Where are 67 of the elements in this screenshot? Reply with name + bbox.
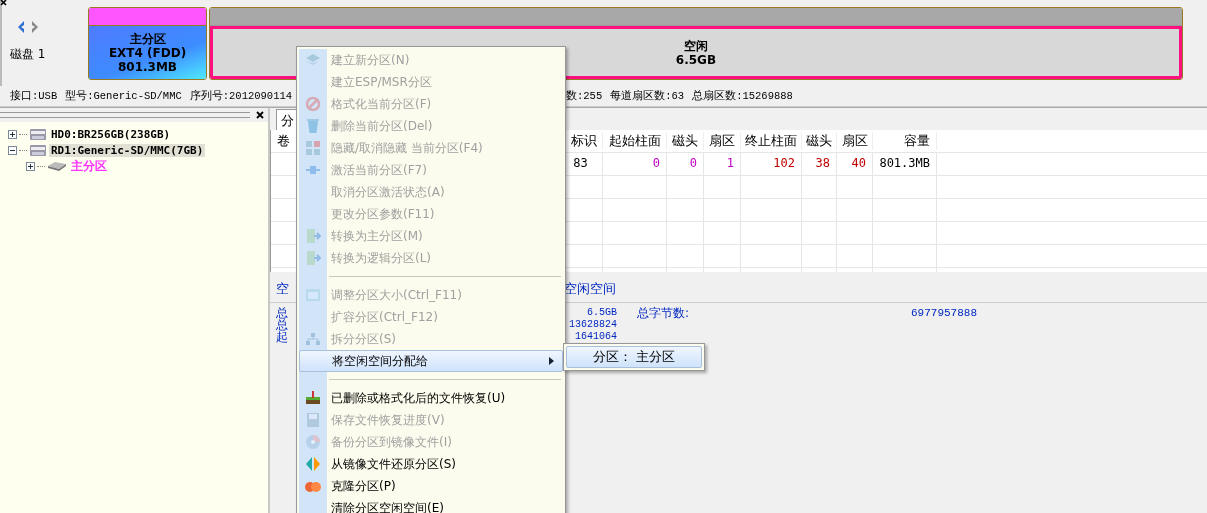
tree-item[interactable]: HD0:BR256GB(238GB) [49,127,173,141]
table-cell: 38 [815,156,830,170]
disk-info: 数:255 [566,89,603,103]
column-header[interactable]: 磁头 [802,132,837,150]
menu-item[interactable]: 将空闲空间分配给 [299,350,563,372]
menu-item[interactable]: 克隆分区(P) [299,475,563,497]
disk-info: 型号:Generic-SD/MMC [65,89,182,103]
back-arrow-icon[interactable] [16,20,26,34]
close-icon[interactable] [0,0,8,6]
expand-icon[interactable] [26,161,35,171]
detail-label: 总 [276,306,288,320]
table-cell: 40 [851,156,866,170]
document-arrow-icon [305,250,321,266]
submenu-arrow-icon [549,357,554,365]
partition-name: 主分区 [129,31,166,46]
menu-item[interactable]: 从镜像文件还原分区(S) [299,453,563,475]
filesystem-label: EXT4 (FDD) [108,45,187,60]
table-cell: 83 [573,156,588,170]
partition-size: 801.3MB [117,59,177,74]
table-cell: 1 [726,156,734,170]
grid-icon [305,140,321,156]
hierarchy-icon [305,331,321,347]
disk-info: 总扇区数:15269888 [692,89,793,103]
tree-item[interactable]: RD1:Generic-SD/MMC(7GB) [49,143,206,157]
menu-item[interactable]: 分区： 主分区 [566,346,702,368]
close-icon[interactable] [256,111,264,119]
column-header[interactable]: 扇区 [837,132,873,150]
column-header[interactable]: 容量 [873,132,937,150]
menu-item[interactable]: 清除分区空闲空间(E) [299,497,563,513]
column-header[interactable]: 起始柱面 [603,132,667,150]
column-header[interactable]: 终止柱面 [741,132,802,150]
detail-label: 总字节数: [637,306,690,320]
expand-icon[interactable] [8,129,17,139]
ground-icon [305,390,321,406]
table-cell: 0 [689,156,697,170]
detail-value: 6.5GB [587,307,617,318]
window-icon [305,287,321,303]
table-cell: 0 [652,156,660,170]
section-heading: 空 [276,281,289,296]
free-space-size: 6.5GB [675,52,717,67]
detail-value: 6977957888 [911,307,977,319]
no-entry-icon [305,96,321,112]
disk-info: 序列号:2012090114 [189,89,293,103]
detail-value: 1641064 [575,331,617,342]
drive-icon [29,126,47,142]
detail-label: 起 [276,330,288,344]
triangles-icon [305,456,321,472]
free-space-label: 空闲 [684,38,708,53]
disk-info: 每道扇区数:63 [610,89,685,103]
disk-info: 接口:USB [10,89,58,103]
table-cell: 102 [773,156,795,170]
document-arrow-icon [305,228,321,244]
detail-value: 13628824 [569,319,617,330]
column-header[interactable]: 磁头 [667,132,704,150]
menu-item[interactable]: 已删除或格式化后的文件恢复(U) [299,387,563,409]
table-cell: 801.3MB [879,156,930,170]
disk-label: 磁盘 1 [10,46,47,63]
partition-block[interactable]: 主分区 EXT4 (FDD) 801.3MB [88,7,207,80]
trash-icon [305,118,321,134]
layers-icon [305,52,321,68]
drive-icon [29,142,47,158]
collapse-icon[interactable] [8,145,17,155]
disk-save-icon [305,412,321,428]
disc-icon [305,434,321,450]
column-header[interactable]: 扇区 [704,132,741,150]
detail-label: 总 [276,318,288,332]
forward-arrow-icon[interactable] [30,20,40,34]
